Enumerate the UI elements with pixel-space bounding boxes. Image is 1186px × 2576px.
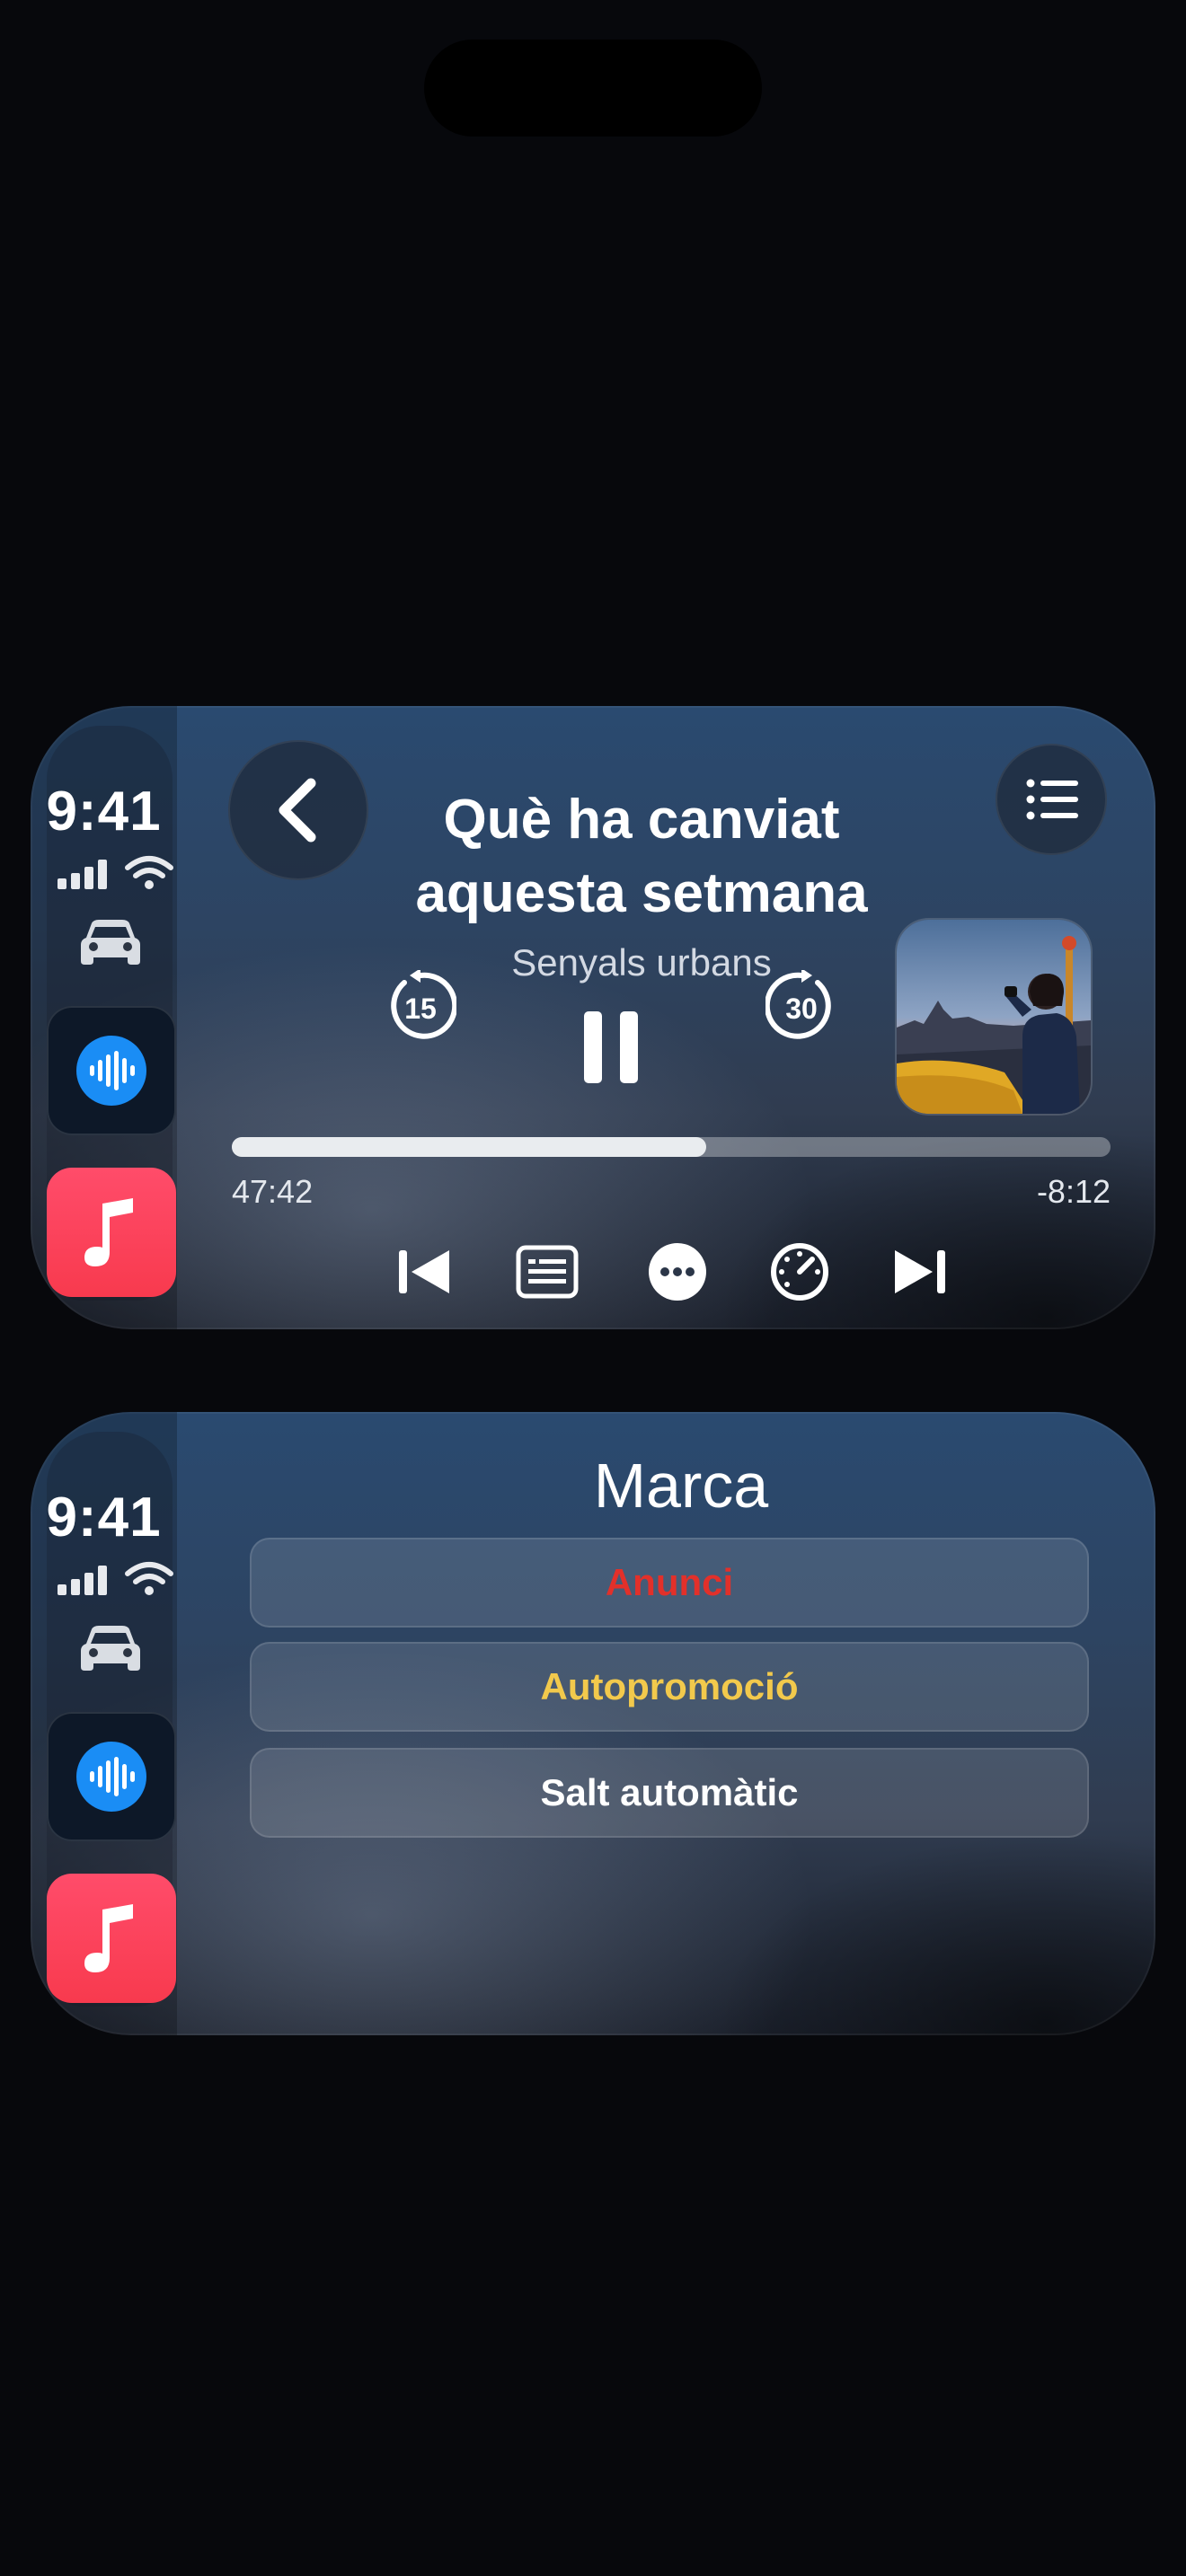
progress-fill xyxy=(232,1137,707,1157)
skip-forward-label: 30 xyxy=(785,992,818,1025)
option-ad[interactable]: Anunci xyxy=(250,1538,1089,1628)
chevron-left-icon xyxy=(279,778,316,842)
progress-scrubber[interactable] xyxy=(232,1137,1111,1157)
signal-wifi-icon xyxy=(58,1562,173,1595)
back-button[interactable] xyxy=(228,740,368,880)
skip-forward-button[interactable]: 30 xyxy=(766,970,837,1042)
option-self-promo[interactable]: Autopromoció xyxy=(250,1642,1089,1732)
elapsed-time: 47:42 xyxy=(232,1173,314,1210)
music-app-icon[interactable] xyxy=(47,1168,176,1297)
episode-artwork xyxy=(897,920,1091,1114)
previous-track-icon[interactable] xyxy=(395,1247,453,1297)
skip-back-label: 15 xyxy=(404,992,437,1025)
episode-title: Què ha canviat aquesta setmana xyxy=(415,789,868,924)
option-auto-skip[interactable]: Salt automàtic xyxy=(250,1748,1089,1838)
queue-button[interactable] xyxy=(996,744,1107,855)
menu-title: Marca xyxy=(593,1451,769,1521)
dynamic-island xyxy=(424,40,762,137)
list-icon xyxy=(1026,779,1078,820)
carplay-sidebar: 9:41 xyxy=(31,706,177,1329)
podcasts-app-icon[interactable] xyxy=(47,1712,176,1841)
now-playing-screen: 9:41 Què ha canviat aquesta setmana Seny… xyxy=(31,706,1155,1329)
playback-speed-icon[interactable] xyxy=(769,1241,830,1302)
status-time: 9:41 xyxy=(46,781,162,842)
more-icon[interactable] xyxy=(647,1241,708,1302)
mark-menu-screen: 9:41 Marca Anunci Autopromoció Salt auto… xyxy=(31,1412,1155,2035)
next-track-icon[interactable] xyxy=(891,1247,949,1297)
carplay-sidebar: 9:41 xyxy=(31,1412,177,2035)
signal-wifi-icon xyxy=(58,856,173,889)
status-time: 9:41 xyxy=(46,1486,162,1548)
pause-button[interactable] xyxy=(582,1010,640,1085)
car-icon[interactable] xyxy=(81,918,140,968)
music-app-icon[interactable] xyxy=(47,1874,176,2003)
podcasts-app-icon[interactable] xyxy=(47,1006,176,1135)
transcript-icon[interactable] xyxy=(516,1245,579,1299)
skip-back-button[interactable]: 15 xyxy=(385,970,456,1042)
remaining-time: -8:12 xyxy=(1036,1173,1111,1210)
car-icon[interactable] xyxy=(81,1624,140,1674)
